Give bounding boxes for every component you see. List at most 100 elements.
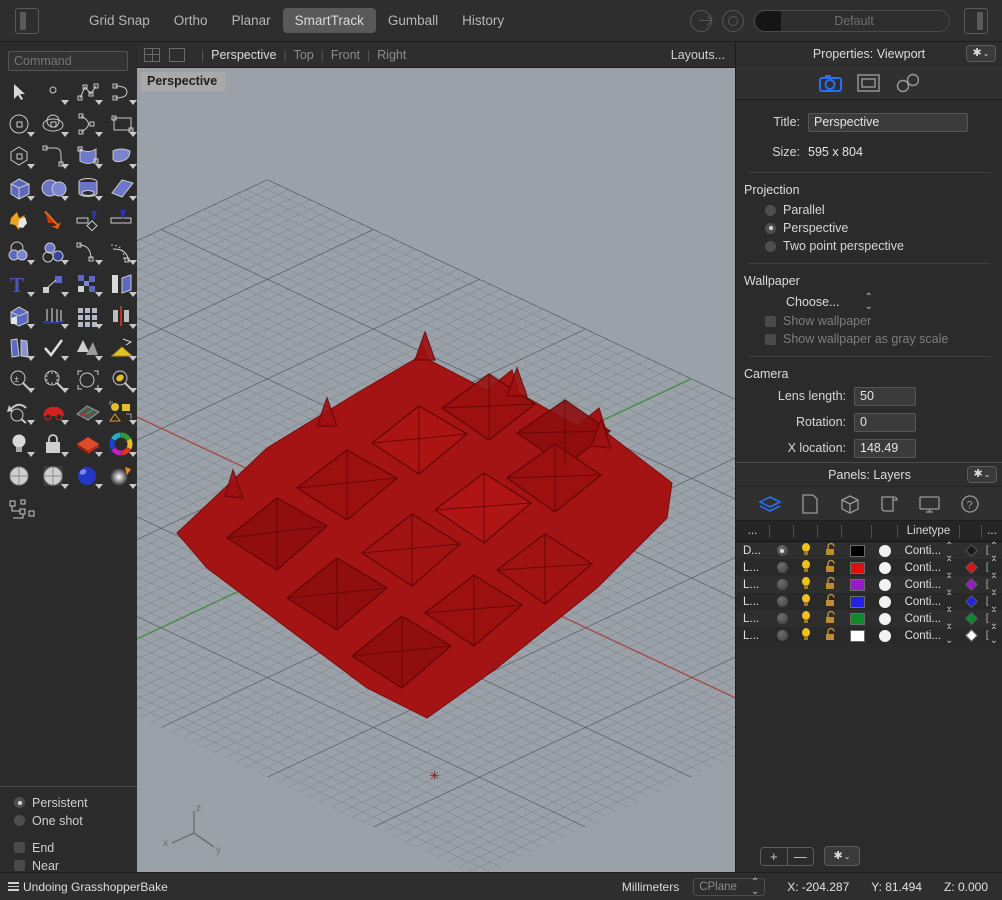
layer-lock-toggle[interactable]	[818, 576, 842, 593]
layer-name[interactable]: L...	[736, 559, 770, 576]
layer-linetype-cell[interactable]: Conti... ⌃ ⌄	[898, 558, 960, 577]
chevron-updown-icon[interactable]: ⌃ ⌄	[990, 541, 998, 560]
material-icon[interactable]	[71, 429, 105, 459]
scale-icon[interactable]	[3, 301, 37, 331]
zoom-window-icon[interactable]	[37, 365, 71, 395]
column-linetype[interactable]: Linetype	[898, 524, 960, 538]
command-input[interactable]	[8, 51, 128, 71]
layer-color-swatch[interactable]	[842, 559, 872, 576]
explode-icon[interactable]	[3, 205, 37, 235]
add-remove-layer-buttons[interactable]: + —	[760, 846, 814, 866]
undo-view-icon[interactable]	[3, 397, 37, 427]
column-more[interactable]: ...	[982, 525, 1002, 538]
chevron-updown-icon[interactable]: ⌃ ⌄	[990, 592, 998, 611]
layer-name[interactable]: L...	[736, 610, 770, 627]
layers-options-button[interactable]: ✱ ⌄	[967, 466, 997, 483]
layer-more-cell[interactable]: [⌃ ⌄	[982, 592, 1002, 611]
car-render-icon[interactable]	[37, 397, 71, 427]
toggle-history[interactable]: History	[450, 8, 516, 33]
circle-icon[interactable]	[3, 109, 37, 139]
wallpaper-option-show[interactable]: Show wallpaper	[736, 312, 1002, 330]
layer-color-swatch[interactable]	[842, 542, 872, 559]
layer-more-cell[interactable]: [⌃ ⌄	[982, 575, 1002, 594]
layer-material-swatch[interactable]	[960, 559, 982, 576]
layer-current-toggle[interactable]	[770, 542, 794, 559]
layer-current-toggle[interactable]	[770, 593, 794, 610]
layer-current-toggle[interactable]	[770, 610, 794, 627]
viewport-tab-right[interactable]: Right	[377, 48, 406, 62]
layer-lock-toggle[interactable]	[818, 559, 842, 576]
radio-two-point-icon[interactable]	[765, 240, 776, 252]
trim-icon[interactable]	[71, 205, 105, 235]
fillet-icon[interactable]	[37, 141, 71, 171]
wallpaper-chooser[interactable]: Choose... ⌃ ⌄	[786, 292, 1002, 312]
mesh-tools-icon[interactable]	[105, 333, 139, 363]
layer-more-cell[interactable]: [⌃ ⌄	[982, 626, 1002, 645]
layer-name[interactable]: D...	[736, 542, 770, 559]
layer-lock-toggle[interactable]	[818, 627, 842, 644]
layer-current-toggle[interactable]	[770, 559, 794, 576]
bend-icon[interactable]	[3, 333, 37, 363]
layer-linetype-cell[interactable]: Conti... ⌃ ⌄	[898, 626, 960, 645]
layer-name[interactable]: L...	[736, 593, 770, 610]
check-icon[interactable]	[37, 333, 71, 363]
osnap-mode-persistent[interactable]: Persistent	[14, 794, 137, 811]
radio-perspective-icon[interactable]	[765, 222, 776, 234]
layer-visibility-toggle[interactable]	[794, 610, 818, 627]
column-print-color[interactable]	[872, 524, 898, 538]
zoom-extents-icon[interactable]	[71, 365, 105, 395]
select-objects-icon[interactable]	[105, 397, 139, 427]
layer-color-swatch[interactable]	[842, 610, 872, 627]
spotlight-icon[interactable]	[105, 461, 139, 491]
viewport-title-label[interactable]: Perspective	[141, 72, 226, 91]
table-row[interactable]: L... Conti... ⌃ ⌄ [⌃ ⌄	[736, 609, 1002, 628]
layer-print-color-swatch[interactable]	[872, 627, 898, 644]
polyline-icon[interactable]	[71, 77, 105, 107]
layer-color-swatch[interactable]	[842, 576, 872, 593]
table-row[interactable]: L... Conti... ⌃ ⌄ [⌃ ⌄	[736, 626, 1002, 645]
projection-option-two-point[interactable]: Two point perspective	[736, 237, 1002, 255]
column-material[interactable]	[960, 524, 982, 538]
extrude-surface-icon[interactable]	[105, 173, 139, 203]
viewport-tab-front[interactable]: Front	[331, 48, 360, 62]
layer-color-swatch[interactable]	[842, 593, 872, 610]
single-view-layout-icon[interactable]	[169, 47, 185, 62]
lock-icon[interactable]	[37, 429, 71, 459]
point-icon[interactable]	[37, 77, 71, 107]
blend-curve-icon[interactable]	[71, 237, 105, 267]
curve-icon[interactable]	[105, 77, 139, 107]
layers-settings-button[interactable]: ✱ ⌄	[824, 846, 860, 866]
toggle-grid-snap[interactable]: Grid Snap	[77, 8, 162, 33]
boolean-difference-icon[interactable]	[37, 237, 71, 267]
checkbox-show-wallpaper-icon[interactable]	[765, 315, 776, 327]
zoom-selected-icon[interactable]	[105, 365, 139, 395]
split-icon[interactable]	[105, 205, 139, 235]
osnap-snap-end[interactable]: End	[14, 839, 137, 856]
chevron-updown-icon[interactable]: ⌃ ⌄	[945, 558, 953, 577]
layer-lock-toggle[interactable]	[818, 542, 842, 559]
chevron-updown-icon[interactable]: ⌃ ⌄	[990, 558, 998, 577]
chevron-updown-icon[interactable]: ⌃ ⌄	[751, 877, 759, 896]
layouts-button[interactable]: Layouts...	[671, 48, 735, 62]
column-on[interactable]	[794, 524, 818, 538]
offset-curve-icon[interactable]	[105, 237, 139, 267]
layer-color-swatch[interactable]	[842, 627, 872, 644]
cplane-selector[interactable]: CPlane ⌃ ⌄	[693, 877, 766, 896]
chevron-updown-icon[interactable]: ⌃ ⌄	[945, 541, 953, 560]
column-lock[interactable]	[818, 524, 842, 538]
light-icon[interactable]	[3, 429, 37, 459]
named-views-icon[interactable]	[878, 493, 902, 515]
lens-length-input[interactable]	[854, 386, 916, 406]
column-color[interactable]	[842, 524, 872, 538]
table-row[interactable]: L... Conti... ⌃ ⌄ [⌃ ⌄	[736, 558, 1002, 577]
rotation-input[interactable]	[854, 412, 916, 432]
ellipse-icon[interactable]	[37, 109, 71, 139]
layer-name[interactable]: L...	[736, 576, 770, 593]
osnap-mode-one-shot[interactable]: One shot	[14, 812, 137, 829]
layer-material-swatch[interactable]	[960, 576, 982, 593]
table-row[interactable]: D... Conti... ⌃ ⌄ [⌃ ⌄	[736, 541, 1002, 560]
array-icon[interactable]	[71, 269, 105, 299]
layer-lock-toggle[interactable]	[818, 593, 842, 610]
current-layer-selector[interactable]: Default	[754, 9, 950, 32]
chevron-updown-icon[interactable]: ⌃ ⌄	[865, 293, 873, 312]
